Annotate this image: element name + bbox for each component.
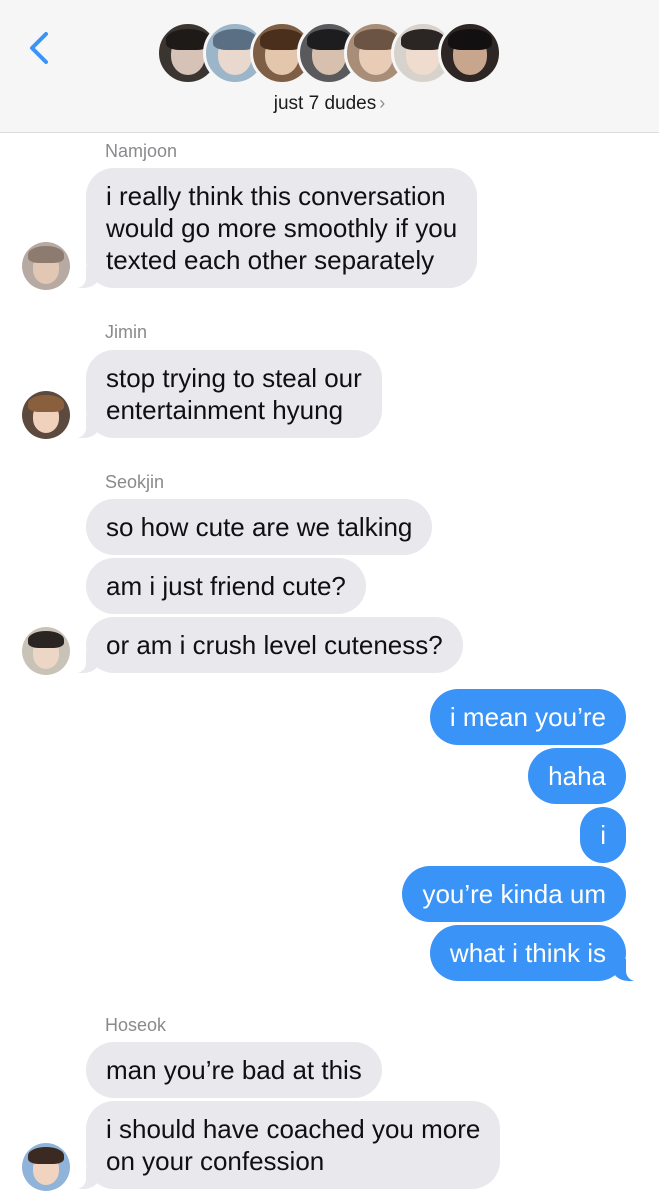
message-line: i should have coached you more: [106, 1114, 481, 1144]
back-button[interactable]: [22, 28, 62, 68]
message-bubble-outgoing[interactable]: i: [580, 807, 626, 863]
message-bubble-incoming[interactable]: so how cute are we talking: [86, 499, 433, 555]
message-text: so how cute are we talking: [106, 512, 413, 542]
message-bubble-incoming[interactable]: i should have coached you more on your c…: [73, 1101, 501, 1189]
conversation-header: just 7 dudes ›: [0, 0, 659, 133]
group-name[interactable]: just 7 dudes ›: [0, 93, 659, 115]
avatar-hair: [27, 245, 65, 264]
message-bubble-outgoing[interactable]: what i think is: [429, 925, 639, 981]
message-text: i mean you’re: [449, 702, 606, 732]
message-text: i: [600, 820, 606, 850]
avatar-hair: [27, 394, 65, 413]
message-bubble-outgoing[interactable]: you’re kinda um: [402, 866, 626, 922]
group-name-label: just 7 dudes: [273, 93, 377, 114]
message-bubble-outgoing[interactable]: haha: [528, 748, 626, 804]
message-text: man you’re bad at this: [106, 1055, 362, 1085]
message-text: haha: [548, 761, 606, 791]
avatar[interactable]: [22, 627, 70, 675]
message-bubble-outgoing[interactable]: i mean you’re: [429, 689, 626, 745]
message-bubble-incoming[interactable]: am i just friend cute?: [86, 558, 366, 614]
avatar[interactable]: [22, 1143, 70, 1191]
message-line: texted each other separately: [106, 245, 435, 275]
avatar-hair: [27, 630, 65, 649]
sender-name: Hoseok: [105, 1015, 167, 1035]
avatar[interactable]: [22, 242, 70, 290]
chevron-left-icon: [30, 32, 48, 64]
group-avatar-stack[interactable]: [156, 21, 506, 87]
sender-name: Jimin: [105, 322, 148, 342]
message-line: entertainment hyung: [106, 395, 344, 425]
message-bubble-incoming[interactable]: stop trying to steal our entertainment h…: [74, 350, 382, 438]
message-bubble-incoming[interactable]: or am i crush level cuteness?: [74, 617, 463, 673]
message-line: would go more smoothly if you: [106, 213, 458, 243]
message-bubble-incoming[interactable]: man you’re bad at this: [86, 1042, 382, 1098]
avatar-hair: [27, 1146, 65, 1165]
group-member-avatar: [438, 21, 502, 85]
message-line: i really think this conversation: [106, 181, 446, 211]
message-text: or am i crush level cuteness?: [106, 630, 443, 660]
avatar[interactable]: [22, 391, 70, 439]
sender-name: Namjoon: [105, 141, 178, 161]
sender-name: Seokjin: [105, 472, 165, 492]
message-line: stop trying to steal our: [106, 363, 362, 393]
message-text: what i think is: [449, 938, 606, 968]
message-bubble-incoming[interactable]: i really think this conversation would g…: [73, 168, 478, 288]
message-text: you’re kinda um: [422, 879, 606, 909]
avatar-hair: [447, 28, 493, 50]
message-line: on your confession: [106, 1146, 325, 1176]
chevron-right-icon: ›: [379, 93, 386, 113]
message-text: am i just friend cute?: [106, 571, 346, 601]
